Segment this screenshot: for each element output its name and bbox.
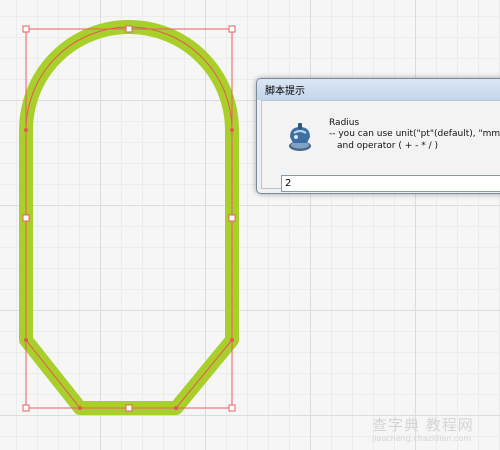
message-line-operators: and operator ( + - * / ) (337, 141, 439, 151)
radius-input[interactable] (281, 175, 500, 192)
anchor-point[interactable] (174, 406, 178, 410)
anchor-point[interactable] (24, 128, 28, 132)
path-outline (25, 26, 233, 409)
dialog-title: 脚本提示 (265, 86, 305, 97)
message-title: Radius (329, 118, 360, 128)
anchor-point[interactable] (230, 128, 234, 132)
script-prompt-dialog: 脚本提示 Radius -- you can use unit("pt"(def… (256, 78, 500, 194)
watermark-url: jiaocheng.chazidian.com (372, 434, 472, 443)
rounded-shape-stroke[interactable] (19, 20, 239, 415)
artboard (19, 20, 239, 415)
handle-bottom-left[interactable] (22, 404, 30, 412)
handle-middle-right[interactable] (228, 214, 236, 222)
handle-bottom-middle[interactable] (125, 404, 133, 412)
watermark-text: 查字典 教程网 (372, 416, 474, 434)
handle-top-middle[interactable] (125, 25, 133, 33)
handle-middle-left[interactable] (22, 214, 30, 222)
anchor-point[interactable] (24, 338, 28, 342)
selection-handles (22, 25, 236, 412)
anchor-point[interactable] (78, 406, 82, 410)
selection-bounding-box (25, 28, 233, 409)
anchor-point[interactable] (230, 338, 234, 342)
watermark: 查字典 教程网 jiaocheng.chazidian.com (372, 414, 496, 444)
script-icon (285, 121, 315, 157)
handle-top-left[interactable] (22, 25, 30, 33)
handle-top-right[interactable] (228, 25, 236, 33)
dialog-titlebar[interactable]: 脚本提示 (257, 79, 500, 100)
handle-bottom-right[interactable] (228, 404, 236, 412)
message-line-units: -- you can use unit("pt"(default), "mm",… (329, 129, 500, 139)
